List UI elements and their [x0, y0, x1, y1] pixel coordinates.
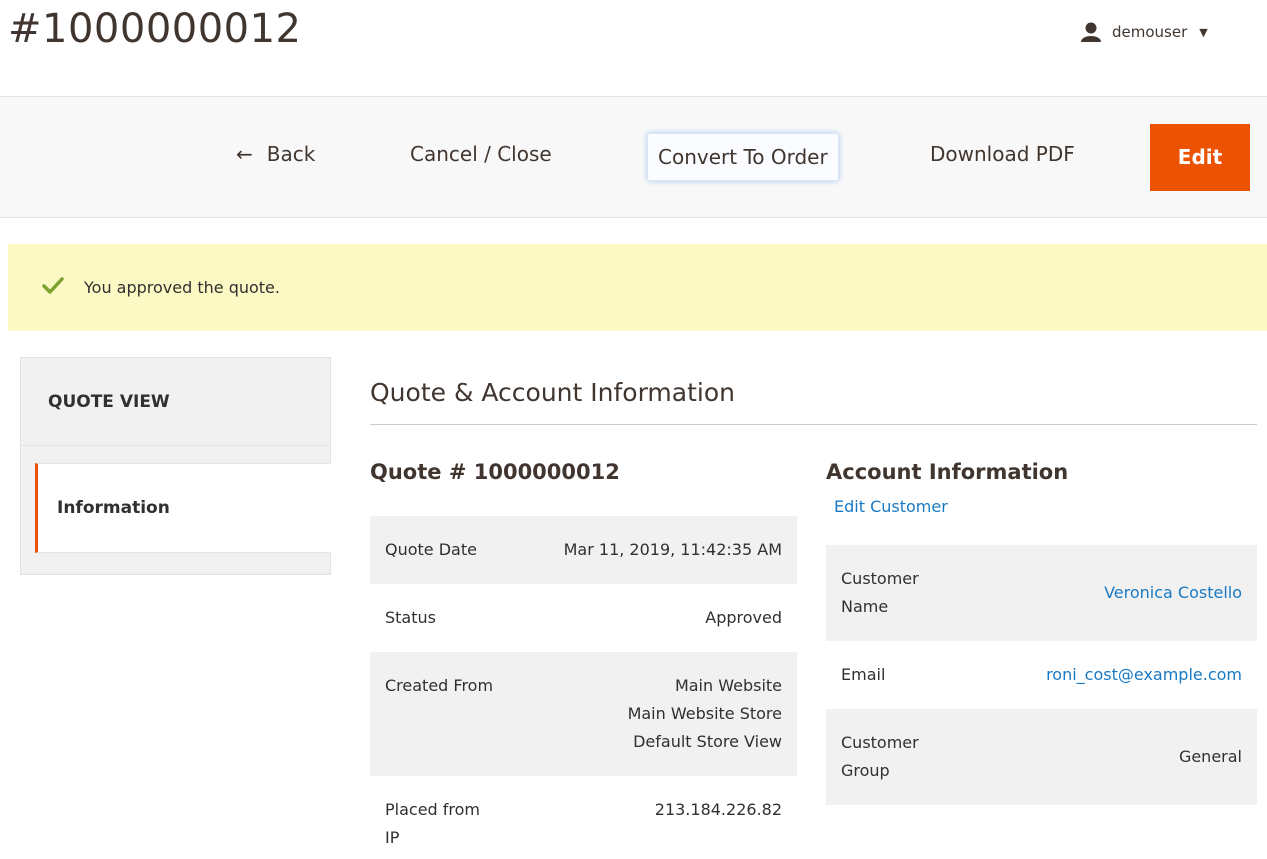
- table-row: Status Approved: [370, 584, 797, 652]
- quote-view-sidebar: QUOTE VIEW Information: [20, 357, 331, 575]
- download-pdf-button[interactable]: Download PDF: [930, 127, 1075, 181]
- store-name: Main Website Store: [627, 704, 782, 723]
- table-row: Quote Date Mar 11, 2019, 11:42:35 AM: [370, 516, 797, 584]
- status-value: Approved: [705, 608, 782, 627]
- section-divider: [370, 424, 1257, 425]
- edit-button[interactable]: Edit: [1150, 124, 1250, 191]
- quote-date-label: Quote Date: [370, 516, 510, 584]
- table-row: Created From Main Website Main Website S…: [370, 652, 797, 776]
- section-title: Quote & Account Information: [370, 378, 735, 407]
- customer-name-cell: Veronica Costello: [956, 545, 1257, 641]
- quote-info-table: Quote Date Mar 11, 2019, 11:42:35 AM Sta…: [370, 516, 797, 859]
- back-button-label: Back: [266, 142, 316, 166]
- page-title: #1000000012: [8, 6, 302, 52]
- checkmark-icon: [42, 276, 64, 299]
- store-view-name: Default Store View: [633, 732, 782, 751]
- sidebar-title: QUOTE VIEW: [21, 358, 330, 446]
- sidebar-item-information[interactable]: Information: [35, 463, 331, 553]
- edit-customer-link[interactable]: Edit Customer: [834, 497, 948, 516]
- placed-from-ip-label: Placed from IP: [385, 800, 481, 847]
- account-info-table: Customer Name Veronica Costello Email ro…: [826, 545, 1257, 805]
- arrow-left-icon: ←: [236, 142, 253, 166]
- email-cell: roni_cost@example.com: [956, 641, 1257, 709]
- customer-group-value: General: [956, 709, 1257, 805]
- page-actions-toolbar: ← Back Cancel / Close Convert To Order Do…: [0, 96, 1267, 218]
- table-row: Customer Name Veronica Costello: [826, 545, 1257, 641]
- message-text: You approved the quote.: [84, 278, 280, 297]
- placed-from-ip-value: 213.184.226.82: [654, 800, 782, 819]
- website-name: Main Website: [674, 676, 782, 695]
- customer-group-label: Customer Group: [826, 709, 956, 805]
- user-icon: [1080, 22, 1102, 42]
- table-row: Placed from IP 213.184.226.82: [370, 776, 797, 859]
- email-link[interactable]: roni_cost@example.com: [1046, 665, 1242, 684]
- quote-info-title: Quote # 1000000012: [370, 460, 620, 484]
- customer-name-link[interactable]: Veronica Costello: [1104, 583, 1242, 602]
- table-row: Customer Group General: [826, 709, 1257, 805]
- quote-date-value: Mar 11, 2019, 11:42:35 AM: [510, 516, 797, 584]
- success-message: You approved the quote.: [8, 244, 1267, 331]
- username: demouser: [1112, 23, 1188, 41]
- account-info-title: Account Information: [826, 460, 1069, 484]
- created-from-value: Main Website Main Website Store Default …: [510, 652, 797, 776]
- user-account-menu[interactable]: demouser ▼: [1080, 22, 1208, 42]
- email-label: Email: [841, 665, 886, 684]
- table-row: Email roni_cost@example.com: [826, 641, 1257, 709]
- convert-to-order-button[interactable]: Convert To Order: [647, 133, 839, 181]
- customer-name-label: Customer Name: [826, 545, 956, 641]
- caret-down-icon: ▼: [1199, 25, 1208, 39]
- cancel-close-button[interactable]: Cancel / Close: [410, 127, 552, 181]
- back-button[interactable]: ← Back: [236, 127, 315, 181]
- created-from-label: Created From: [370, 652, 510, 776]
- status-label: Status: [385, 608, 436, 627]
